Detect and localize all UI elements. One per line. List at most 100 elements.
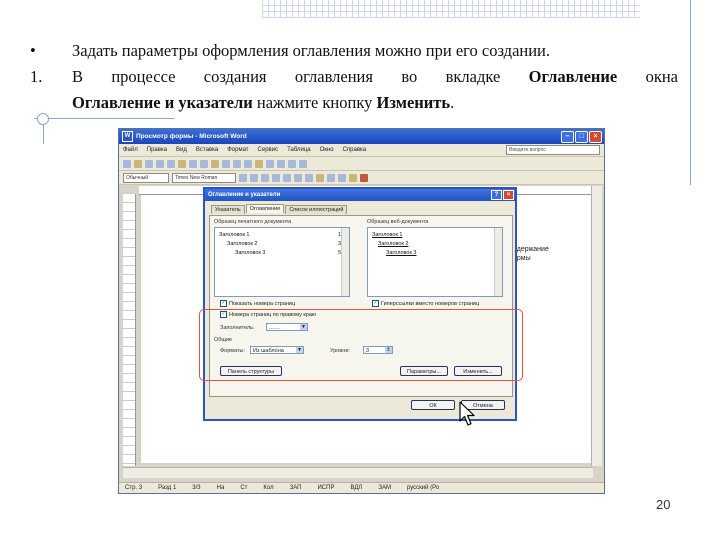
dialog-title: Оглавление и указатели [208, 192, 281, 198]
word-window-screenshot: W Просмотр формы - Microsoft Word – □ × … [118, 128, 605, 494]
menu-insert[interactable]: Вставка [196, 147, 218, 153]
new-doc-icon[interactable] [123, 159, 131, 168]
web-line-2: Заголовок 2 [378, 241, 409, 247]
bullet-text: Задать параметры оформления оглавления м… [72, 41, 551, 60]
menu-edit[interactable]: Правка [147, 147, 167, 153]
horizontal-scrollbar[interactable] [123, 467, 593, 478]
zoom-icon[interactable] [299, 159, 307, 168]
slide-decoration-line-horizontal [34, 118, 174, 119]
checkmark-icon: ✓ [220, 300, 227, 307]
save-icon[interactable] [145, 159, 153, 168]
word-title: Просмотр формы - Microsoft Word [136, 133, 247, 140]
formatting-toolbar: Обычный Times New Roman [119, 171, 604, 185]
maximize-icon[interactable]: □ [575, 130, 588, 143]
align-center-icon[interactable] [283, 173, 291, 182]
tab-toc[interactable]: Оглавление [245, 204, 285, 213]
status-rec: ЗАП [289, 485, 302, 491]
menu-format[interactable]: Формат [227, 147, 248, 153]
status-at: На [216, 485, 225, 491]
font-color-icon[interactable] [360, 173, 368, 182]
menu-help[interactable]: Справка [343, 147, 367, 153]
web-preview-label: Образец веб-документа [367, 219, 429, 225]
status-line: Ст [240, 485, 248, 491]
vertical-ruler [123, 194, 136, 466]
menu-file[interactable]: Файл [123, 147, 138, 153]
vertical-scrollbar[interactable] [591, 186, 602, 466]
document-text: одержание ормы [513, 246, 549, 262]
cut-icon[interactable] [189, 159, 197, 168]
redo-icon[interactable] [233, 159, 241, 168]
menu-view[interactable]: Вид [176, 147, 187, 153]
dialog-close-icon[interactable]: × [503, 190, 514, 200]
preview-icon[interactable] [167, 159, 175, 168]
print-line-2: Заголовок 2 [227, 241, 258, 247]
copy-icon[interactable] [200, 159, 208, 168]
tab-index[interactable]: Указатель [211, 205, 245, 214]
step-marker: 1. [30, 67, 43, 86]
status-language: русский (Ро [406, 485, 440, 491]
web-line-1: Заголовок 1 [372, 232, 403, 238]
spell-icon[interactable] [178, 159, 186, 168]
standard-toolbar [119, 157, 604, 171]
table-icon[interactable] [255, 159, 263, 168]
font-combo[interactable]: Times New Roman [172, 172, 236, 183]
hyperlink-icon[interactable] [244, 159, 252, 168]
word-app-icon: W [122, 131, 133, 142]
highlight-icon[interactable] [349, 173, 357, 182]
print-line-3: Заголовок 3 [235, 250, 266, 256]
dialog-tabs: Указатель Оглавление Список иллюстраций [211, 204, 348, 214]
help-question-input[interactable]: Введите вопрос [506, 145, 600, 155]
hyperlinks-checkbox[interactable]: ✓ Гиперссылки вместо номеров страниц [372, 300, 479, 307]
step-item: 1. В процессе создания оглавления во вкл… [28, 64, 678, 90]
menu-window[interactable]: Окно [320, 147, 334, 153]
highlight-frame [199, 309, 523, 381]
step-text-line2: Оглавление и указатели нажмите кнопку Из… [72, 93, 455, 112]
status-ovr: ЗАМ [378, 485, 391, 491]
bullets-icon[interactable] [327, 173, 335, 182]
print-preview-label: Образец печатного документа [214, 219, 292, 225]
show-marks-icon[interactable] [288, 159, 296, 168]
status-bar: Стр. 3 Разд 1 3/3 На Ст Кол ЗАП ИСПР ВДЛ… [119, 482, 604, 493]
window-controls: – □ × [561, 130, 602, 143]
step-text-line1: В процессе создания оглавления во вкладк… [72, 67, 678, 86]
print-preview-scrollbar[interactable] [341, 228, 349, 296]
paste-icon[interactable] [211, 159, 219, 168]
word-menu-bar: Файл Правка Вид Вставка Формат Сервис Та… [119, 144, 604, 157]
align-left-icon[interactable] [272, 173, 280, 182]
menu-tools[interactable]: Сервис [258, 147, 279, 153]
close-icon[interactable]: × [589, 130, 602, 143]
drawing-icon[interactable] [277, 159, 285, 168]
status-section: Разд 1 [158, 485, 177, 491]
bullet-item: • Задать параметры оформления оглавления… [28, 38, 678, 64]
print-icon[interactable] [156, 159, 164, 168]
mouse-pointer-icon [459, 401, 475, 426]
justify-icon[interactable] [305, 173, 313, 182]
slide-decoration-line-vertical [690, 0, 691, 185]
checkmark-icon: ✓ [372, 300, 379, 307]
word-title-bar: W Просмотр формы - Microsoft Word – □ × [119, 129, 604, 144]
status-trk: ИСПР [317, 485, 335, 491]
web-line-3: Заголовок 3 [386, 250, 417, 256]
bold-icon[interactable] [239, 173, 247, 182]
show-page-numbers-checkbox[interactable]: ✓ Показать номера страниц [220, 300, 295, 307]
numbering-icon[interactable] [316, 173, 324, 182]
menu-table[interactable]: Таблица [287, 147, 311, 153]
web-preview-scrollbar[interactable] [494, 228, 502, 296]
columns-icon[interactable] [266, 159, 274, 168]
open-icon[interactable] [134, 159, 142, 168]
style-combo[interactable]: Обычный [123, 172, 169, 183]
ok-button[interactable]: ОК [411, 400, 455, 410]
page-number: 20 [656, 497, 671, 512]
minimize-icon[interactable]: – [561, 130, 574, 143]
tab-figures[interactable]: Список иллюстраций [285, 205, 348, 214]
italic-icon[interactable] [250, 173, 258, 182]
web-preview: Заголовок 1 Заголовок 2 Заголовок 3 [367, 227, 503, 297]
toc-dialog: Оглавление и указатели ? × Указатель Огл… [203, 187, 517, 421]
print-preview: Заголовок 1 1 Заголовок 2 3 Заголовок 3 … [214, 227, 350, 297]
underline-icon[interactable] [261, 173, 269, 182]
help-icon[interactable]: ? [491, 190, 502, 200]
align-right-icon[interactable] [294, 173, 302, 182]
indent-icon[interactable] [338, 173, 346, 182]
status-col: Кол [263, 485, 274, 491]
undo-icon[interactable] [222, 159, 230, 168]
